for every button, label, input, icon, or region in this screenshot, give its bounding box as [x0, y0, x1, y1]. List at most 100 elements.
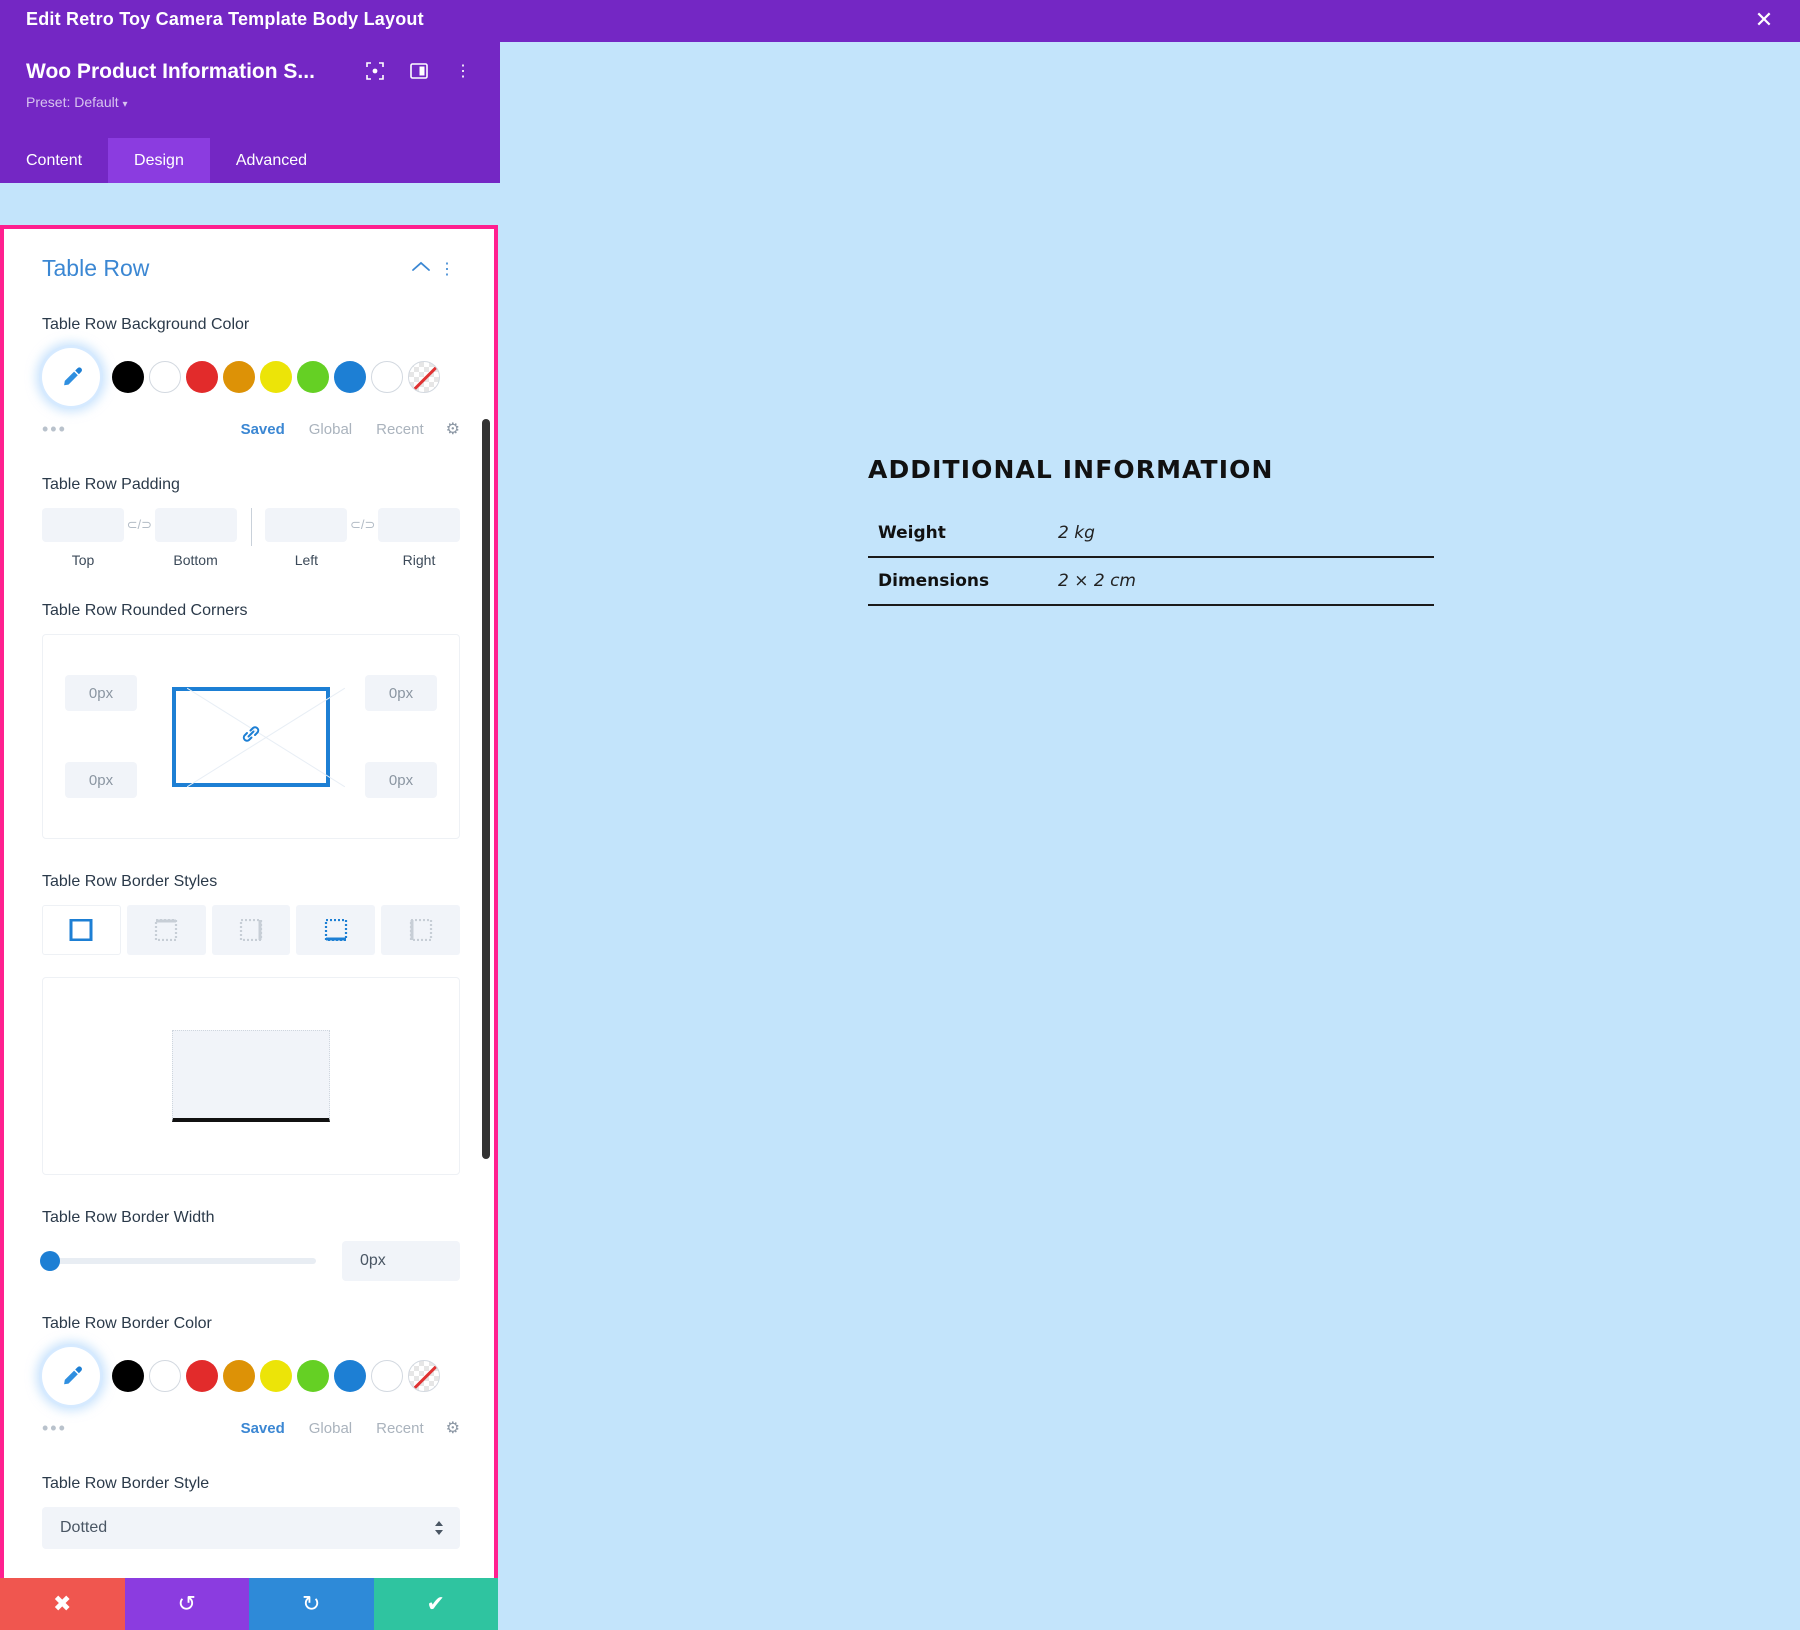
palette-toolbar: ••• Saved Global Recent ⚙ — [42, 1415, 460, 1441]
border-width-control: 0px — [40, 1241, 460, 1281]
tab-advanced[interactable]: Advanced — [209, 138, 334, 183]
border-left-icon[interactable] — [381, 905, 460, 955]
panel-scrollbar[interactable] — [482, 419, 490, 1159]
swatch-blue[interactable] — [334, 361, 366, 393]
undo-button[interactable]: ↺ — [124, 1578, 249, 1630]
palette-tab-saved[interactable]: Saved — [241, 1420, 285, 1437]
swatch-transparent[interactable] — [408, 361, 440, 393]
eyedropper-icon[interactable] — [42, 348, 100, 406]
padding-right-input[interactable] — [378, 508, 460, 542]
border-style-select[interactable]: Dotted — [42, 1507, 460, 1549]
more-dots-icon[interactable]: ••• — [42, 1418, 102, 1439]
tab-design[interactable]: Design — [108, 138, 210, 183]
more-dots-icon[interactable]: ••• — [42, 419, 102, 440]
link-padding-horizontal-icon[interactable]: ⊂/⊃ — [347, 508, 378, 542]
additional-information-table: Weight 2 kg Dimensions 2 × 2 cm — [868, 510, 1434, 606]
swatch-white-2[interactable] — [371, 1360, 403, 1392]
border-top-icon[interactable] — [126, 905, 206, 955]
save-button[interactable]: ✔ — [373, 1578, 498, 1630]
label-table-row-border-color: Table Row Border Color — [42, 1315, 212, 1332]
border-bottom-icon[interactable] — [296, 905, 376, 955]
table-cell-key: Weight — [878, 523, 946, 543]
palette-tab-global[interactable]: Global — [309, 1420, 352, 1437]
window-title: Edit Retro Toy Camera Template Body Layo… — [26, 9, 424, 29]
eyedropper-icon[interactable] — [42, 1347, 100, 1405]
swatch-green[interactable] — [297, 1360, 329, 1392]
section-more-options-icon[interactable]: ⋮ — [434, 259, 460, 279]
swatch-orange[interactable] — [223, 361, 255, 393]
more-options-icon[interactable]: ⋮ — [452, 60, 474, 82]
swatch-orange[interactable] — [223, 1360, 255, 1392]
label-table-row-border-styles: Table Row Border Styles — [42, 873, 218, 890]
slider-knob[interactable] — [40, 1251, 60, 1271]
palette-tab-recent[interactable]: Recent — [376, 421, 424, 438]
woo-product-information-preview: ADDITIONAL INFORMATION Weight 2 kg Dimen… — [868, 455, 1434, 606]
swatch-red[interactable] — [186, 1360, 218, 1392]
border-right-icon[interactable] — [211, 905, 291, 955]
border-preview — [42, 977, 460, 1175]
discard-button[interactable]: ✖ — [0, 1578, 125, 1630]
chevron-up-icon[interactable] — [408, 260, 434, 278]
label-table-row-border-width: Table Row Border Width — [42, 1209, 215, 1226]
design-panel-selection-outline: Table Row ⋮ Table Row Background Color •… — [0, 225, 498, 1630]
border-styles-group — [42, 905, 460, 955]
corner-top-left-input[interactable]: 0px — [65, 675, 137, 711]
corner-link-toggle[interactable] — [172, 686, 346, 787]
section-title: Table Row — [42, 255, 150, 281]
table-cell-value: 2 kg — [1058, 523, 1095, 543]
border-color-swatches — [42, 1347, 460, 1405]
swatch-black[interactable] — [112, 1360, 144, 1392]
swatch-yellow[interactable] — [260, 1360, 292, 1392]
border-width-slider[interactable] — [40, 1251, 316, 1271]
preset-dropdown[interactable]: Preset: Default ▾ — [26, 94, 128, 110]
swatch-white[interactable] — [149, 361, 181, 393]
rounded-corners-control: 0px 0px 0px 0px — [42, 634, 460, 839]
padding-left-input[interactable] — [265, 508, 348, 542]
padding-left-label: Left — [294, 552, 319, 568]
divider — [250, 508, 252, 546]
design-panel-body: Table Row ⋮ Table Row Background Color •… — [4, 229, 494, 1626]
swatch-red[interactable] — [186, 361, 218, 393]
module-settings-modal: Woo Product Information S... Preset: Def… — [0, 42, 500, 1630]
settings-tabs: Content Design Advanced — [0, 138, 500, 183]
swatch-yellow[interactable] — [260, 361, 292, 393]
preview-heading: ADDITIONAL INFORMATION — [868, 455, 1274, 484]
label-table-row-border-style: Table Row Border Style — [42, 1475, 210, 1492]
padding-top-input[interactable] — [42, 508, 124, 542]
palette-tab-global[interactable]: Global — [309, 421, 352, 438]
table-cell-key: Dimensions — [878, 571, 990, 591]
padding-bottom-input[interactable] — [154, 508, 237, 542]
section-header-table-row: Table Row ⋮ — [4, 229, 494, 282]
link-padding-vertical-icon[interactable]: ⊂/⊃ — [124, 508, 155, 542]
expand-icon[interactable] — [364, 60, 386, 82]
palette-tab-saved[interactable]: Saved — [241, 421, 285, 438]
swatch-blue[interactable] — [334, 1360, 366, 1392]
palette-toolbar: ••• Saved Global Recent ⚙ — [42, 416, 460, 442]
table-row: Weight 2 kg — [868, 510, 1434, 557]
palette-tab-recent[interactable]: Recent — [376, 1420, 424, 1437]
swatch-transparent[interactable] — [408, 1360, 440, 1392]
label-table-row-background-color: Table Row Background Color — [42, 316, 250, 333]
tab-content[interactable]: Content — [0, 138, 109, 183]
label-table-row-rounded-corners: Table Row Rounded Corners — [42, 602, 248, 619]
border-style-selected-value: Dotted — [60, 1519, 108, 1536]
border-width-input[interactable]: 0px — [342, 1241, 460, 1281]
gear-icon[interactable]: ⚙ — [446, 1418, 460, 1438]
gear-icon[interactable]: ⚙ — [446, 419, 460, 439]
swatch-white-2[interactable] — [371, 361, 403, 393]
label-table-row-padding: Table Row Padding — [42, 476, 180, 493]
swatch-white[interactable] — [149, 1360, 181, 1392]
redo-button[interactable]: ↻ — [249, 1578, 374, 1630]
border-all-icon[interactable] — [42, 905, 121, 955]
corner-bottom-left-input[interactable]: 0px — [65, 762, 137, 798]
swatch-black[interactable] — [112, 361, 144, 393]
background-color-swatches — [42, 348, 460, 406]
corner-bottom-right-input[interactable]: 0px — [365, 762, 437, 798]
close-icon[interactable]: ✕ — [1750, 6, 1778, 34]
corner-top-right-input[interactable]: 0px — [365, 675, 437, 711]
window-titlebar: Edit Retro Toy Camera Template Body Layo… — [0, 0, 1800, 42]
padding-right-label: Right — [402, 552, 436, 568]
swatch-green[interactable] — [297, 361, 329, 393]
layout-columns-icon[interactable] — [408, 60, 430, 82]
modal-header: Woo Product Information S... Preset: Def… — [0, 42, 500, 138]
